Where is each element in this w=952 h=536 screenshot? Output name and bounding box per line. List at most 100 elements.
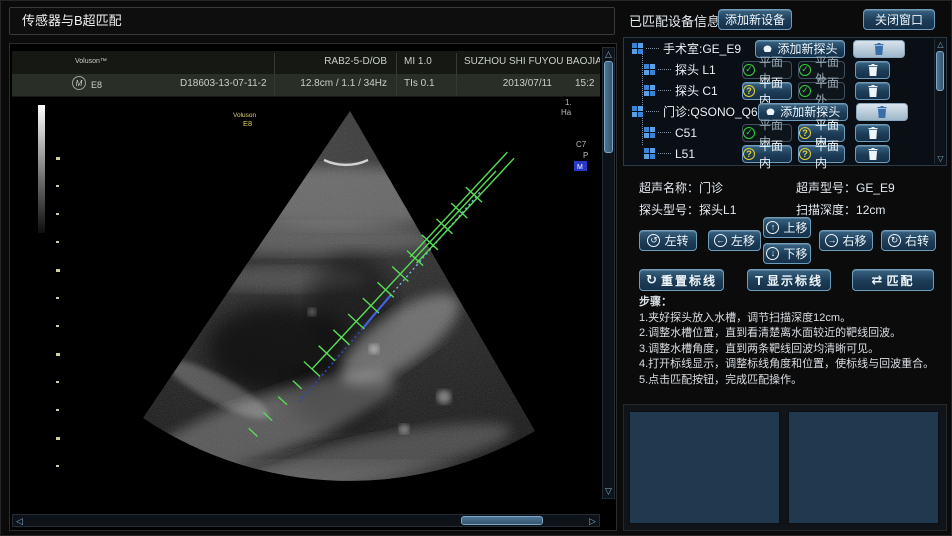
delete-probe-button[interactable] xyxy=(855,82,890,100)
svg-text:C7: C7 xyxy=(576,140,587,149)
tree-scroll-thumb[interactable] xyxy=(936,51,944,91)
tree-connector xyxy=(658,69,671,70)
check-icon: ✓ xyxy=(743,127,755,139)
machine-model: E8 xyxy=(91,75,102,95)
page-title: 传感器与B超匹配 xyxy=(9,7,615,35)
ultrasound-name: 超声名称：门诊 xyxy=(639,179,723,196)
arrow-up-icon: ↑ xyxy=(766,221,779,234)
svg-text:P: P xyxy=(583,151,588,160)
step-item: 2.调整水槽位置，直到看清楚离水面较近的靶线回波。 xyxy=(639,326,934,342)
delete-probe-button[interactable] xyxy=(855,61,890,79)
svg-text:Ha: Ha xyxy=(561,108,572,117)
probe-label: L51 xyxy=(675,147,695,161)
arrow-right-icon: → xyxy=(825,234,838,247)
trash-icon xyxy=(868,85,878,97)
probe-preview-section xyxy=(623,404,947,531)
step-item: 4.打开标线显示，调整标线角度和位置，使标线与回波重合。 xyxy=(639,357,934,373)
osd-tis: TIs 0.1 xyxy=(404,74,435,94)
depth-marker-ticks xyxy=(56,157,60,467)
tree-row-probe[interactable]: 探头 C1 ? 平面内 ✓ 平面外 xyxy=(624,80,946,101)
scroll-down-icon[interactable]: ▽ xyxy=(935,153,946,164)
trash-icon xyxy=(868,148,878,160)
step-item: 1.夹好探头放入水槽，调节扫描深度12cm。 xyxy=(639,311,934,327)
plane-in-button[interactable]: ? 平面内 xyxy=(742,145,792,163)
move-up-button[interactable]: ↑ 上移 xyxy=(763,217,811,238)
osd-probe-model: RAB2-5-D/OB xyxy=(282,52,387,72)
tree-connector xyxy=(646,111,659,112)
trash-icon xyxy=(868,127,878,139)
probe-node-icon[interactable] xyxy=(644,85,655,96)
question-icon: ? xyxy=(743,85,755,97)
trash-icon xyxy=(874,43,884,55)
delete-probe-button[interactable] xyxy=(855,124,890,142)
add-device-button[interactable]: 添加新设备 xyxy=(718,9,792,30)
probe-node-icon[interactable] xyxy=(644,127,655,138)
device-node-icon[interactable] xyxy=(632,43,643,54)
plane-in-button[interactable]: ? 平面内 xyxy=(742,82,792,100)
osd-time: 15:2 xyxy=(575,74,594,94)
rotate-right-button[interactable]: ↻ 右转 xyxy=(881,230,936,251)
scroll-down-icon[interactable]: ▽ xyxy=(603,486,614,497)
arrow-down-icon: ↓ xyxy=(766,247,779,260)
ultrasound-scan-image: Voluson E8 1. Ha C7 P M xyxy=(12,97,600,501)
delete-probe-button[interactable] xyxy=(855,145,890,163)
device-label: 手术室:GE_E9 xyxy=(663,40,741,57)
scroll-right-icon[interactable]: ▷ xyxy=(587,516,598,527)
scroll-left-icon[interactable]: ◁ xyxy=(14,516,25,527)
scroll-up-icon[interactable]: △ xyxy=(603,49,614,60)
vertical-scroll-thumb[interactable] xyxy=(604,61,613,153)
device-label: 门诊:QSONO_Q6 xyxy=(663,103,758,120)
question-icon: ? xyxy=(799,127,811,139)
plane-out-button[interactable]: ✓ 平面外 xyxy=(798,82,845,100)
show-line-button[interactable]: T 显示标线 xyxy=(747,269,831,291)
vertical-scrollbar[interactable]: △ ▽ xyxy=(602,47,615,499)
probe-node-icon[interactable] xyxy=(644,64,655,75)
tree-scrollbar[interactable]: △ ▽ xyxy=(934,39,945,164)
steps-instructions: 步骤： 1.夹好探头放入水槽，调节扫描深度12cm。 2.调整水槽位置，直到看清… xyxy=(639,295,934,388)
move-right-button[interactable]: → 右移 xyxy=(819,230,873,251)
osd-divider xyxy=(396,53,397,95)
side-text-fragments: 1. Ha C7 P M xyxy=(561,98,588,171)
plane-in-button-2[interactable]: ? 平面内 xyxy=(798,145,845,163)
device-node-icon[interactable] xyxy=(632,106,643,117)
question-icon: ? xyxy=(743,148,755,160)
tree-connector xyxy=(658,132,671,133)
probe-label: 探头 C1 xyxy=(675,82,718,99)
grayscale-bar xyxy=(38,105,45,233)
delete-device-button[interactable] xyxy=(856,103,908,121)
delete-device-button[interactable] xyxy=(853,40,905,58)
move-down-button[interactable]: ↓ 下移 xyxy=(763,243,811,264)
horizontal-scrollbar[interactable]: ◁ ▷ xyxy=(12,514,600,527)
tree-row-probe[interactable]: L51 ? 平面内 ? 平面内 xyxy=(624,143,946,164)
svg-text:M: M xyxy=(577,164,583,171)
osd-mi: MI 1.0 xyxy=(404,52,432,72)
osd-hospital: SUZHOU SHI FUYOU BAOJIANS xyxy=(464,52,600,72)
ultrasound-image-panel: Voluson™ M E8 RAB2-5-D/OB MI 1.0 SUZHOU … xyxy=(9,43,617,531)
check-icon: ✓ xyxy=(743,64,755,76)
svg-text:E8: E8 xyxy=(243,119,252,128)
scroll-up-icon[interactable]: △ xyxy=(935,39,946,50)
scan-depth: 扫描深度：12cm xyxy=(796,201,885,218)
preview-box-left xyxy=(629,411,780,524)
arrow-left-icon: ← xyxy=(714,234,727,247)
rotate-left-button[interactable]: ↺ 左转 xyxy=(639,230,697,251)
close-window-button[interactable]: 关闭窗口 xyxy=(863,9,935,30)
image-watermark: Voluson E8 xyxy=(233,112,257,128)
calibration-control-panel: 超声名称：门诊 超声型号：GE_E9 探头型号：探头L1 扫描深度：12cm ↺… xyxy=(623,171,947,400)
ultrasound-viewport: Voluson™ M E8 RAB2-5-D/OB MI 1.0 SUZHOU … xyxy=(12,47,600,513)
ge-logo-icon: M xyxy=(72,76,86,90)
reset-line-button[interactable]: ↻ 重置标线 xyxy=(639,269,724,291)
osd-patient-id: D18603-13-07-11-2 xyxy=(180,74,267,94)
probe-node-icon[interactable] xyxy=(644,148,655,159)
svg-text:Voluson: Voluson xyxy=(233,112,257,119)
ultrasound-model: 超声型号：GE_E9 xyxy=(796,179,895,196)
osd-depth-freq: 12.8cm / 1.1 / 34Hz xyxy=(282,74,387,94)
osd-divider xyxy=(274,53,275,95)
machine-brand: Voluson™ xyxy=(75,52,107,72)
step-item: 3.调整水槽角度，直到两条靶线回波均清晰可见。 xyxy=(639,342,934,358)
move-left-button[interactable]: ← 左移 xyxy=(708,230,761,251)
horizontal-scroll-thumb[interactable] xyxy=(461,516,543,525)
osd-divider xyxy=(456,53,457,95)
match-button[interactable]: ⇄ 匹配 xyxy=(852,269,934,291)
tree-connector xyxy=(658,153,671,154)
